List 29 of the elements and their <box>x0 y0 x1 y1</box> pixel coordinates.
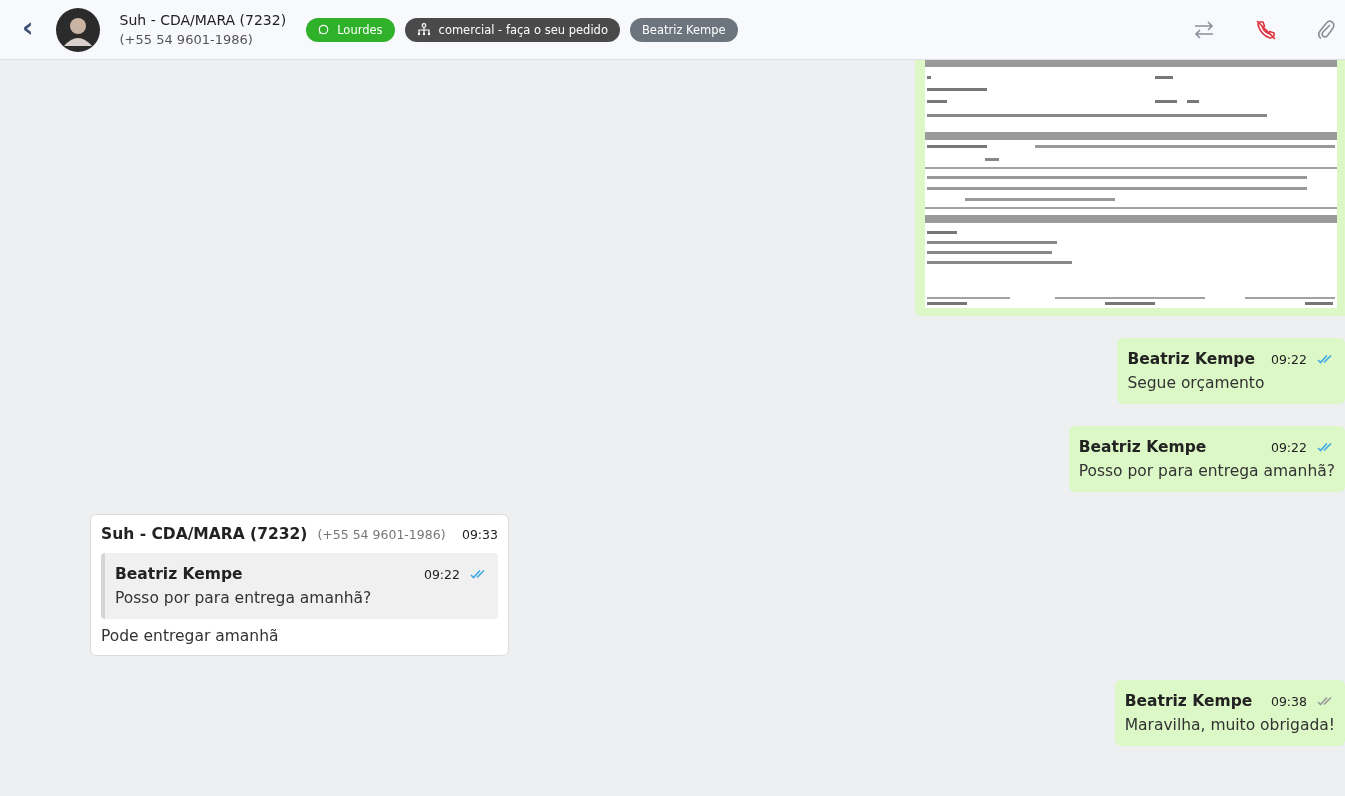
author-name: Beatriz Kempe <box>1127 350 1255 368</box>
chat-bubble-icon <box>318 24 330 35</box>
contact-phone: (+55 54 9601-1986) <box>119 32 254 47</box>
user-tag: Beatriz Kempe <box>629 17 738 42</box>
hang-up-icon[interactable] <box>1255 18 1277 41</box>
message-time: 09:38 <box>1270 693 1307 709</box>
message-time: 09:22 <box>423 566 460 582</box>
author-name: Beatriz Kempe <box>1124 692 1253 710</box>
message-time: 09:33 <box>461 526 498 542</box>
back-button[interactable]: ‹ <box>18 13 38 46</box>
author-name: Beatriz Kempe <box>115 565 243 583</box>
author-name: Suh - CDA/MARA (7232) <box>101 525 308 543</box>
avatar-icon <box>55 7 100 52</box>
transfer-icon[interactable] <box>1193 20 1215 39</box>
message-time: 09:22 <box>1270 439 1307 455</box>
paperclip-icon[interactable] <box>1317 18 1335 41</box>
message-text: Maravilha, muito obrigada! <box>1124 716 1335 734</box>
message-text: Pode entregar amanhã <box>101 627 280 645</box>
message-text: Segue orçamento <box>1127 374 1266 392</box>
message-time: 09:22 <box>1270 351 1307 367</box>
contact-name: Suh - CDA/MARA (7232) <box>119 12 287 28</box>
author-phone: (+55 54 9601-1986) <box>317 526 446 542</box>
message-text: Posso por para entrega amanhã? <box>115 589 373 607</box>
message-text: Posso por para entrega amanhã? <box>1078 462 1335 480</box>
author-name: Beatriz Kempe <box>1078 438 1207 456</box>
quoted-message[interactable]: Beatriz Kempe 09:22 Posso por para entrega amanhã? <box>101 553 498 619</box>
queue-tag: comercial - faça o seu pedido <box>404 17 620 42</box>
connection-tag: Lourdes <box>306 17 395 42</box>
hierarchy-icon <box>416 23 431 36</box>
